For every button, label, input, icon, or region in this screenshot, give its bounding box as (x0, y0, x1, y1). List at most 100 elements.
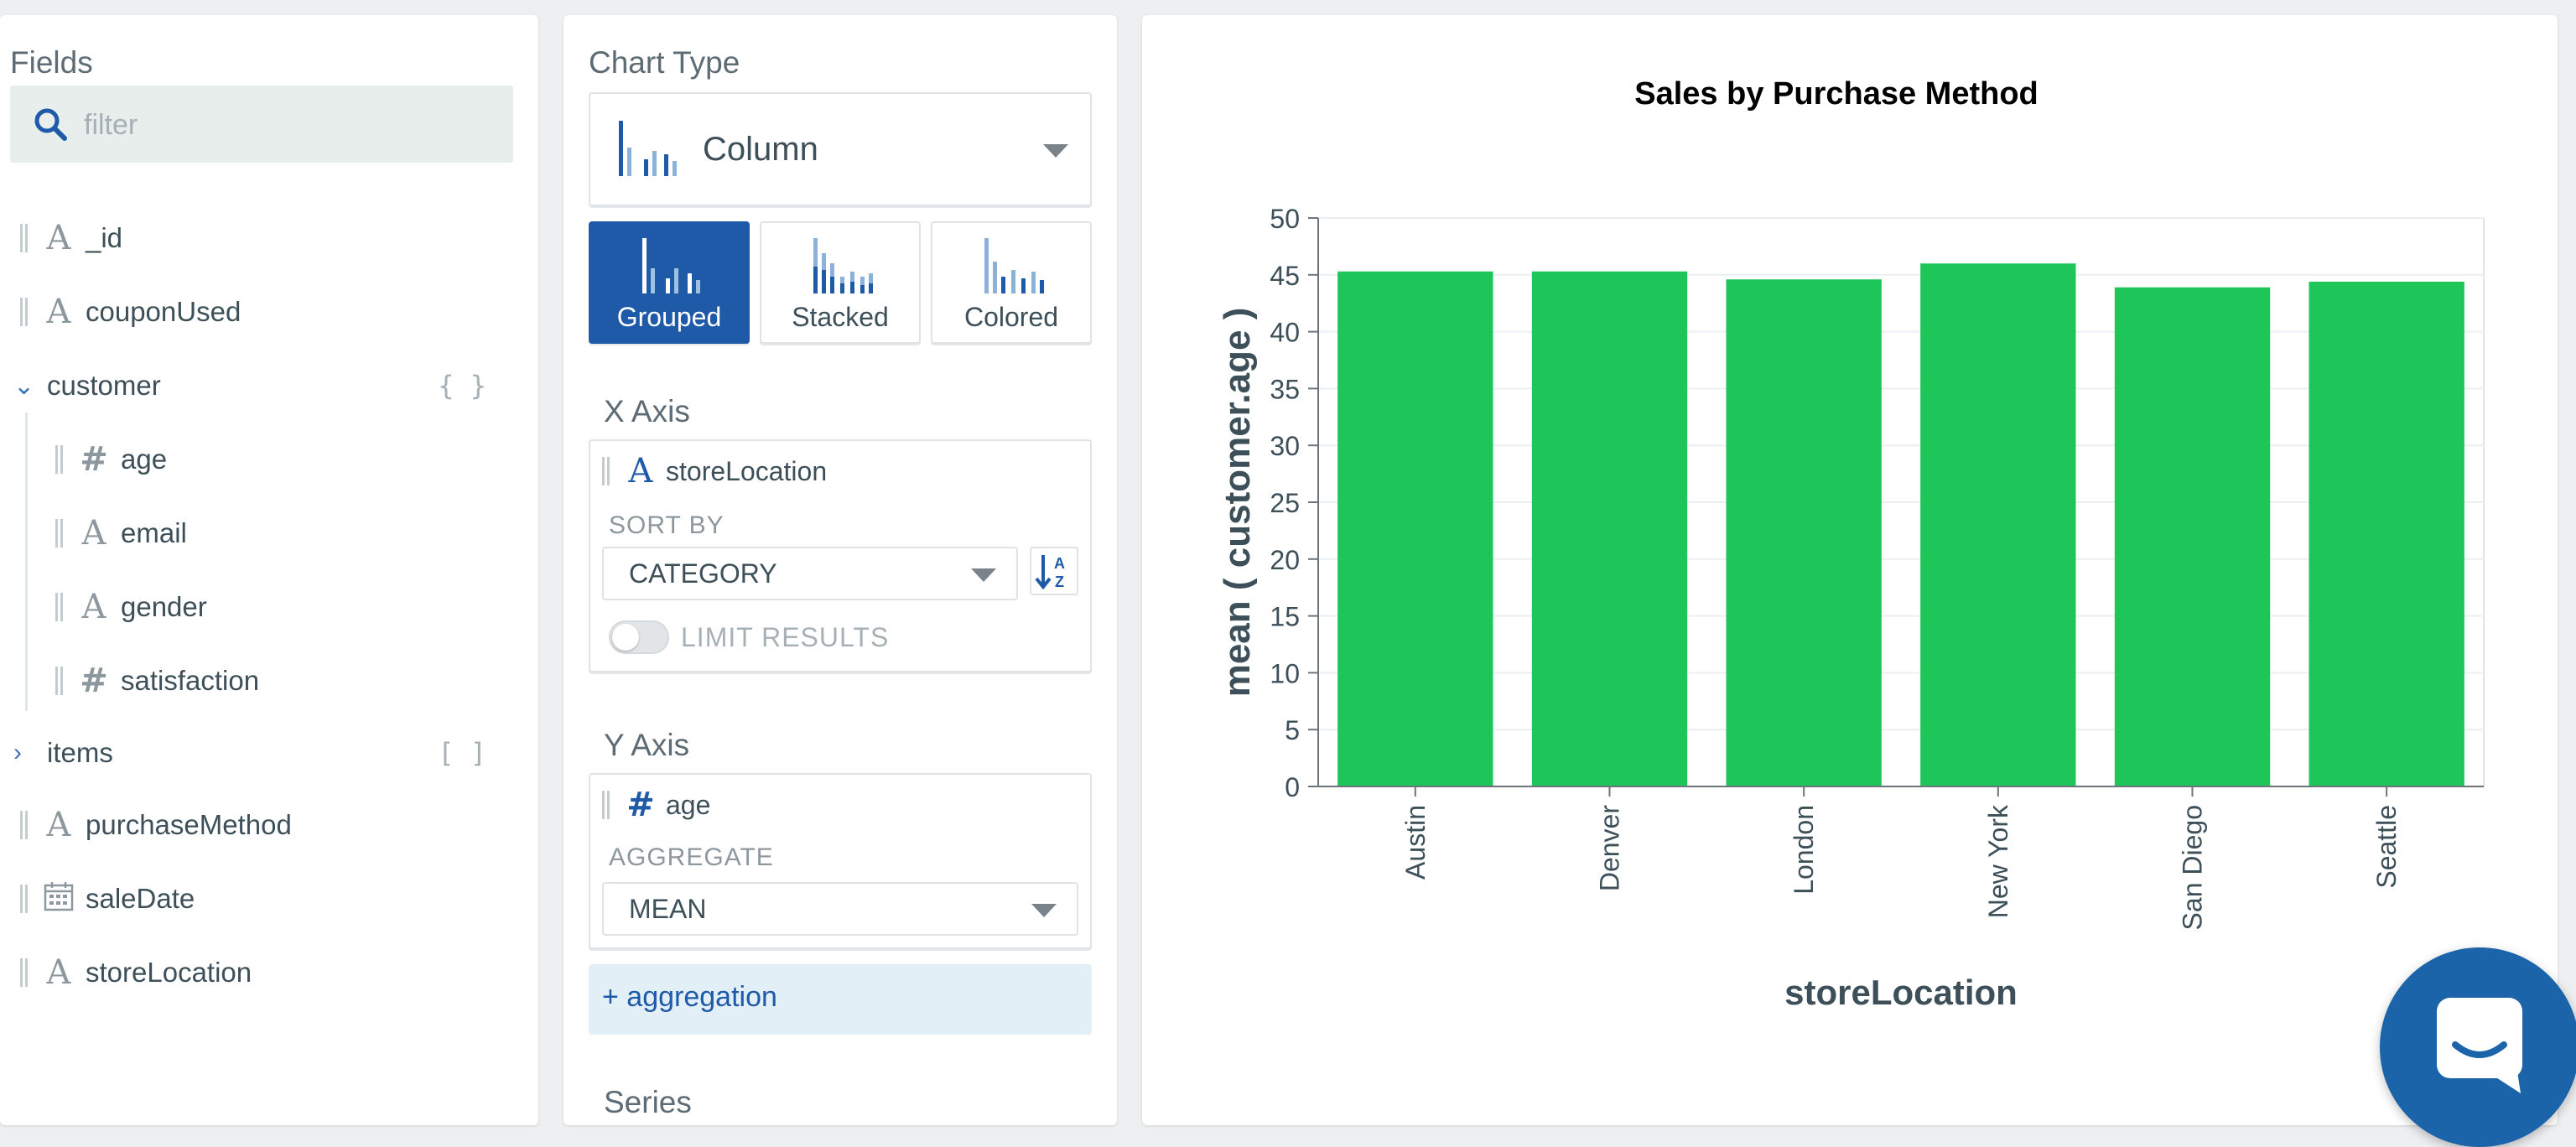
calendar-icon (42, 881, 75, 917)
drag-handle-icon[interactable] (20, 885, 30, 913)
y-tick-label: 30 (1270, 431, 1300, 461)
y-axis-card[interactable]: # age AGGREGATE MEAN (589, 773, 1092, 949)
number-type-icon: # (626, 786, 655, 824)
x-tick-label: Seattle (2371, 805, 2402, 889)
field-name: _id (86, 222, 123, 253)
bar-new-york (1920, 263, 2076, 786)
filter-box[interactable] (10, 86, 513, 163)
field-name: saleDate (86, 883, 195, 914)
colored-button[interactable]: Colored (931, 221, 1092, 344)
drag-handle-icon[interactable] (55, 519, 65, 548)
x-tick-label: Austin (1400, 805, 1431, 880)
stacked-button[interactable]: Stacked (760, 221, 921, 344)
object-type-icon: { } (438, 370, 486, 402)
bars (1337, 263, 2464, 786)
string-type-icon: A (46, 806, 71, 844)
field-row-purchaseMethod[interactable]: A purchaseMethod (20, 800, 292, 850)
x-axis-title: X Axis (604, 394, 690, 428)
field-row-items[interactable]: › items [ ] (13, 728, 525, 778)
string-type-icon: A (46, 219, 71, 257)
field-name: items (47, 737, 113, 768)
y-tick-label: 0 (1285, 772, 1300, 802)
nested-guide-line (25, 413, 28, 711)
field-row-couponUsed[interactable]: A couponUsed (20, 287, 241, 337)
search-icon (34, 108, 67, 141)
filter-input[interactable] (82, 101, 488, 149)
limit-results-label: LIMIT RESULTS (681, 622, 890, 652)
field-name: age (121, 444, 168, 475)
grouped-column-icon (642, 238, 700, 293)
x-axis-card[interactable]: A storeLocation SORT BY CATEGORY A Z LIM… (589, 439, 1092, 672)
x-axis-field-name: storeLocation (666, 455, 828, 486)
y-axis-field-name: age (666, 789, 711, 820)
stacked-label: Stacked (792, 302, 889, 332)
y-tick-label: 15 (1270, 602, 1300, 632)
drag-handle-icon[interactable] (55, 667, 65, 695)
y-tick-label: 10 (1270, 658, 1300, 688)
field-row-customer[interactable]: ⌄ customer { } (13, 361, 525, 411)
chart-type-title: Chart Type (589, 45, 740, 80)
y-axis-title: Y Axis (604, 728, 690, 762)
aggregate-dropdown[interactable]: MEAN (602, 882, 1078, 936)
y-tick-label: 5 (1285, 715, 1300, 745)
colored-column-icon (984, 238, 1044, 293)
chart-type-value: Column (703, 131, 818, 168)
sort-order-button[interactable]: A Z (1030, 547, 1078, 595)
chevron-down-icon[interactable]: ⌄ (13, 371, 35, 401)
y-tick-label: 40 (1270, 318, 1300, 348)
chart-panel: Sales by Purchase Method mean ( customer… (1142, 15, 2558, 1125)
x-axis-field[interactable]: A storeLocation (602, 454, 827, 488)
field-row-_id[interactable]: A _id (20, 213, 122, 263)
colored-label: Colored (963, 302, 1059, 332)
add-aggregation-button[interactable]: + aggregation (589, 964, 1092, 1035)
y-tick-label: 50 (1270, 204, 1300, 234)
drag-handle-icon[interactable] (20, 958, 30, 987)
field-name: purchaseMethod (86, 809, 292, 840)
column-chart-icon (619, 121, 677, 176)
aggregate-value: MEAN (629, 894, 707, 924)
sort-by-label: SORT BY (609, 511, 724, 539)
bar-denver (1531, 271, 1688, 786)
field-name: email (121, 517, 187, 548)
drag-handle-icon[interactable] (20, 224, 30, 252)
limit-results-toggle[interactable] (609, 620, 669, 654)
field-row-gender[interactable]: A gender (55, 582, 207, 632)
x-tick-label: San Diego (2178, 805, 2208, 930)
chat-icon (2437, 998, 2522, 1093)
chat-launcher-button[interactable] (2380, 947, 2576, 1147)
number-type-icon: # (80, 662, 108, 700)
field-row-age[interactable]: # age (55, 434, 167, 485)
string-type-icon: A (81, 514, 106, 553)
grouped-button[interactable]: Grouped (589, 221, 750, 344)
drag-handle-icon[interactable] (20, 298, 30, 326)
drag-handle-icon[interactable] (55, 593, 65, 621)
dropdown-caret-icon (971, 568, 996, 582)
bar-austin (1337, 271, 1493, 786)
chart-type-select[interactable]: Column (589, 92, 1092, 206)
bar-london (1726, 279, 1882, 786)
drag-handle-icon[interactable] (55, 445, 65, 474)
string-type-icon: A (46, 953, 71, 992)
dropdown-caret-icon (1043, 144, 1068, 158)
string-type-icon: A (628, 452, 653, 490)
field-row-storeLocation[interactable]: A storeLocation (20, 947, 252, 998)
sort-by-dropdown[interactable]: CATEGORY (602, 547, 1018, 600)
y-tick-label: 35 (1270, 374, 1300, 404)
field-row-email[interactable]: A email (55, 508, 187, 558)
drag-handle-icon[interactable] (20, 811, 30, 839)
drag-handle-icon[interactable] (602, 457, 612, 485)
encode-panel: Chart Type Column Grouped Stacked Colore… (564, 15, 1117, 1125)
fields-panel: Fields A _id A couponUsed ⌄ customer { }… (0, 15, 538, 1125)
chart: Sales by Purchase Method mean ( customer… (1217, 76, 2485, 1012)
x-tick-label: London (1789, 805, 1819, 895)
sort-az-icon: A Z (1035, 555, 1065, 590)
x-axis-label: storeLocation (1784, 973, 2018, 1012)
drag-handle-icon[interactable] (602, 791, 612, 819)
field-name: customer (47, 370, 161, 401)
chevron-right-icon[interactable]: › (13, 739, 35, 767)
y-axis-field[interactable]: # age (602, 788, 710, 822)
chart-title: Sales by Purchase Method (1634, 76, 2038, 112)
string-type-icon: A (81, 588, 106, 626)
field-row-satisfaction[interactable]: # satisfaction (55, 656, 259, 706)
field-row-saleDate[interactable]: saleDate (20, 874, 195, 924)
